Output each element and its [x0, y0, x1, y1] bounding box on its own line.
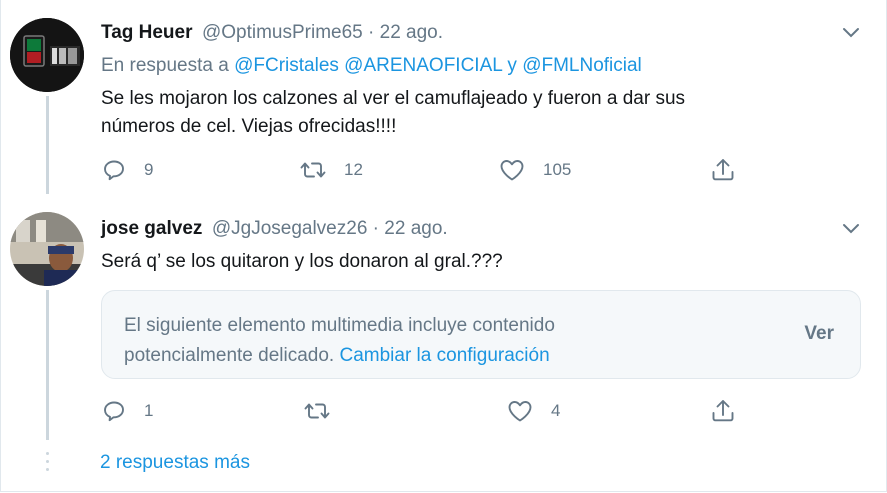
separator: · [362, 22, 380, 43]
tweet-header: Tag Heuer @OptimusPrime65 · 22 ago. [101, 22, 443, 44]
tweet-date[interactable]: 22 ago. [380, 22, 443, 43]
reply-context: En respuesta a @FCristales @ARENAOFICIAL… [101, 55, 642, 77]
mention-link[interactable]: @FCristales [234, 55, 339, 76]
chevron-down-icon[interactable] [842, 222, 860, 236]
tweet-text: Será q’ se los quitaron y los donaron al… [101, 248, 503, 276]
mention-link[interactable]: @FMLNoficial [522, 55, 642, 76]
like-icon [508, 401, 532, 422]
share-icon [712, 159, 734, 181]
share-button[interactable] [710, 157, 736, 183]
sensitive-media-message: El siguiente elemento multimedia incluye… [124, 311, 684, 371]
user-handle[interactable]: @JgJosegalvez26 [212, 218, 368, 239]
chevron-down-icon[interactable] [842, 26, 860, 40]
user-handle[interactable]: @OptimusPrime65 [202, 22, 363, 43]
sensitive-media-notice: El siguiente elemento multimedia incluye… [101, 290, 861, 379]
view-media-button[interactable]: Ver [804, 323, 834, 345]
separator: · [367, 218, 385, 239]
avatar[interactable] [10, 18, 84, 92]
like-count: 105 [543, 160, 572, 179]
reply-prefix: En respuesta a [101, 55, 229, 76]
tweet-text-line: números de cel. Viejas ofrecidas!!!! [101, 116, 397, 137]
thread-line [46, 290, 49, 440]
tweet-date[interactable]: 22 ago. [384, 218, 447, 239]
display-name[interactable]: Tag Heuer [101, 22, 193, 43]
tweet-header: jose galvez @JgJosegalvez26 · 22 ago. [101, 218, 448, 240]
like-button[interactable]: 105 [499, 158, 571, 182]
retweet-icon [304, 403, 330, 419]
show-more-replies-link[interactable]: 2 respuestas más [100, 452, 250, 474]
share-icon [712, 400, 734, 422]
like-count: 4 [551, 401, 561, 420]
reply-count: 9 [144, 160, 154, 179]
reply-button[interactable]: 9 [102, 158, 153, 182]
retweet-count: 12 [344, 160, 363, 179]
tweet-text: Se les mojaron los calzones al ver el ca… [101, 85, 685, 141]
avatar[interactable] [10, 212, 84, 286]
tweet-text-line: Será q’ se los quitaron y los donaron al… [101, 251, 503, 272]
reply-icon [104, 160, 124, 181]
tweet-text-line: Se les mojaron los calzones al ver el ca… [101, 88, 686, 109]
display-name[interactable]: jose galvez [101, 218, 202, 239]
profile-photo-icon [10, 212, 84, 286]
reply-icon [104, 401, 124, 422]
mention-link[interactable]: @ARENAOFICIAL [344, 55, 502, 76]
change-settings-link[interactable]: Cambiar la configuración [339, 345, 549, 366]
reply-count: 1 [144, 401, 154, 420]
tag-heuer-logo-icon [10, 18, 84, 92]
retweet-button[interactable] [304, 399, 348, 423]
retweet-button[interactable]: 12 [300, 158, 363, 182]
retweet-icon [300, 162, 326, 178]
thread-line [46, 96, 49, 194]
like-button[interactable]: 4 [507, 399, 560, 423]
reply-conjunction: y [507, 55, 517, 76]
share-button[interactable] [710, 398, 736, 424]
like-icon [500, 160, 524, 181]
reply-button[interactable]: 1 [102, 399, 153, 423]
